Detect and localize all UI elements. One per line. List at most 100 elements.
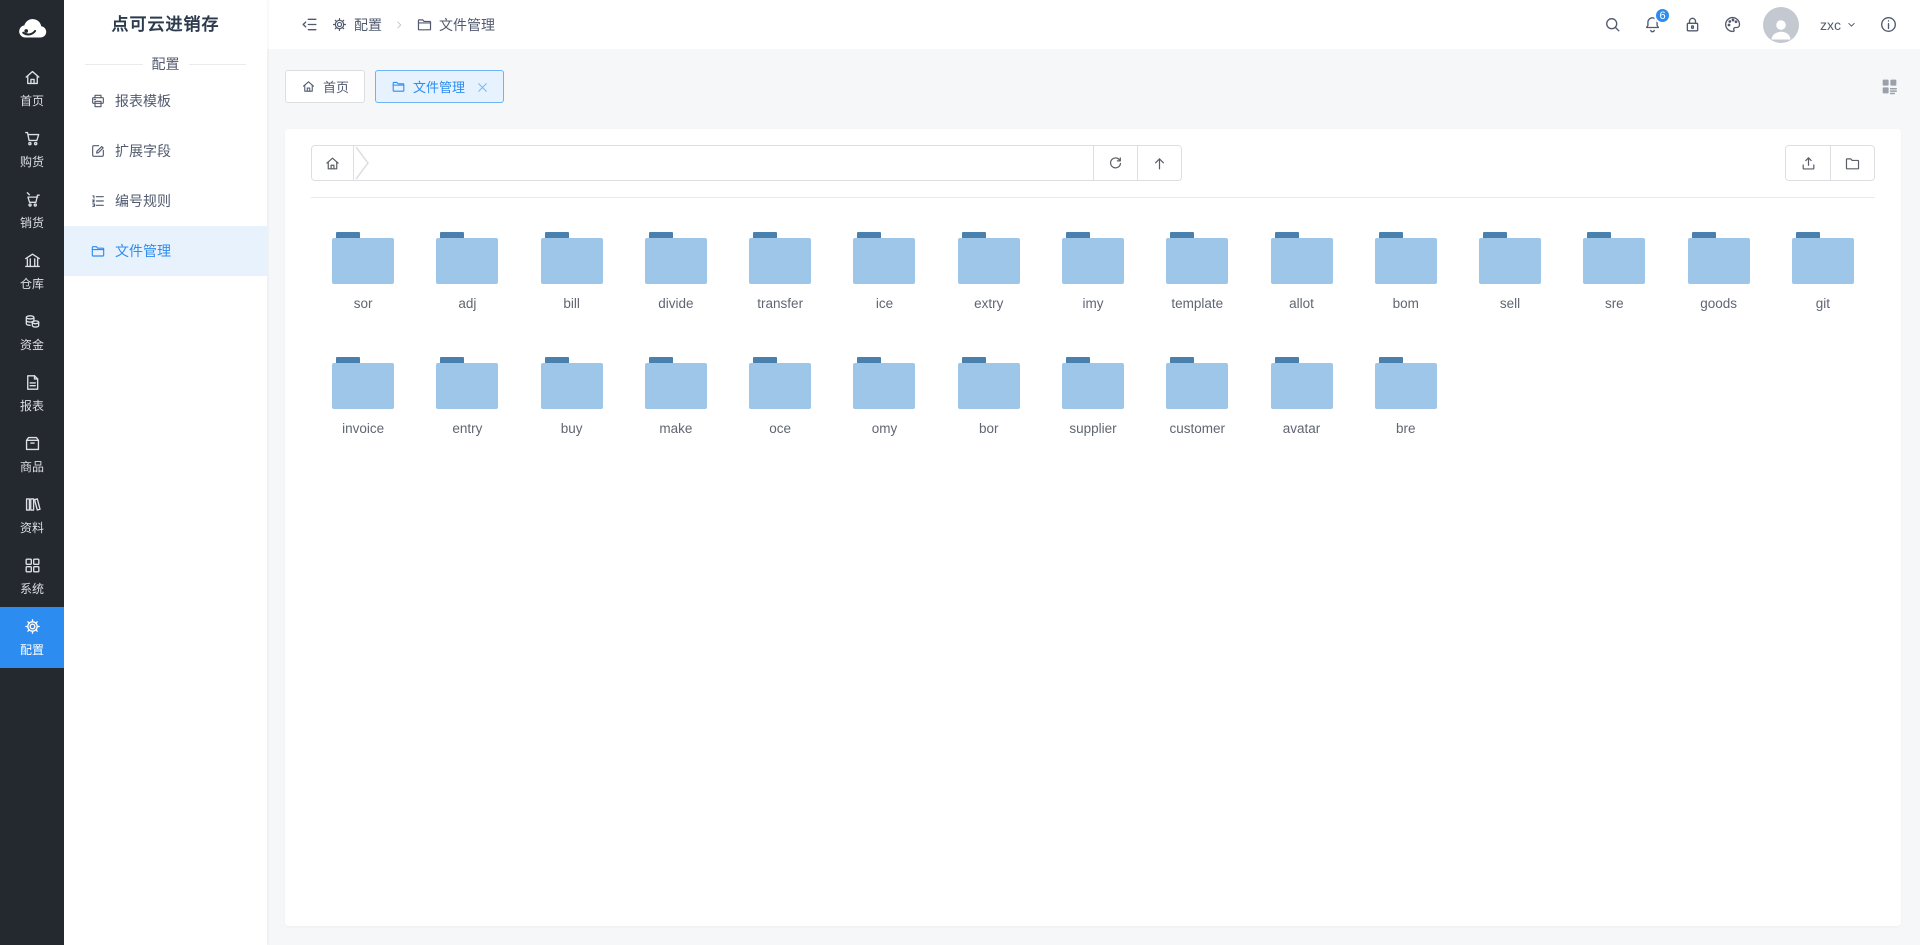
folder-icon — [332, 357, 394, 409]
folder-item[interactable]: extry — [937, 232, 1041, 311]
folder-name: bill — [563, 296, 580, 311]
main-content: 首页 文件管理 — [267, 49, 1920, 945]
folder-item[interactable]: omy — [832, 357, 936, 436]
folder-item[interactable]: invoice — [311, 357, 415, 436]
notifications-button[interactable]: 6 — [1643, 15, 1662, 34]
folder-item[interactable]: avatar — [1249, 357, 1353, 436]
folder-item[interactable]: supplier — [1041, 357, 1145, 436]
tab-bar: 首页 文件管理 — [267, 49, 1920, 103]
folder-item[interactable]: bre — [1354, 357, 1458, 436]
rail-item-label: 资料 — [20, 519, 44, 536]
breadcrumb-item-files[interactable]: 文件管理 — [416, 15, 495, 35]
cart-out-icon — [23, 190, 42, 209]
folder-icon — [1062, 357, 1124, 409]
submenu-item-label: 编号规则 — [115, 191, 171, 211]
info-icon[interactable] — [1879, 15, 1898, 34]
tab-file-management[interactable]: 文件管理 — [375, 70, 504, 103]
folder-icon — [645, 357, 707, 409]
folder-name: customer — [1169, 421, 1225, 436]
folder-item[interactable]: goods — [1666, 232, 1770, 311]
user-menu[interactable]: zxc — [1820, 17, 1858, 33]
folder-item[interactable]: oce — [728, 357, 832, 436]
app-logo[interactable] — [0, 0, 64, 58]
new-folder-button[interactable] — [1830, 146, 1874, 180]
app-title: 点可云进销存 — [64, 0, 267, 49]
folder-item[interactable]: sor — [311, 232, 415, 311]
sidebar-rail-item[interactable]: 资料 — [0, 485, 64, 546]
rail-item-label: 销货 — [20, 214, 44, 231]
folder-name: adj — [458, 296, 476, 311]
breadcrumb-item-config[interactable]: 配置 — [331, 15, 382, 35]
submenu-item[interactable]: 扩展字段 — [64, 126, 267, 176]
folder-name: git — [1816, 296, 1830, 311]
folder-name: ice — [876, 296, 893, 311]
refresh-button[interactable] — [1093, 146, 1137, 180]
sidebar-rail-item[interactable]: 首页 — [0, 58, 64, 119]
arrow-up-icon — [1151, 155, 1168, 172]
menu-fold-icon[interactable] — [300, 15, 319, 34]
chevron-right-icon — [392, 18, 406, 32]
folder-item[interactable]: allot — [1249, 232, 1353, 311]
folder-item[interactable]: make — [624, 357, 728, 436]
sidebar-rail-item[interactable]: 配置 — [0, 607, 64, 668]
folder-item[interactable]: git — [1771, 232, 1875, 311]
folder-icon — [90, 243, 106, 259]
folder-item[interactable]: customer — [1145, 357, 1249, 436]
sidebar-rail-item[interactable]: 系统 — [0, 546, 64, 607]
avatar[interactable] — [1763, 7, 1799, 43]
folder-name: imy — [1082, 296, 1103, 311]
folder-item[interactable]: sell — [1458, 232, 1562, 311]
sidebar-rail-item[interactable]: 报表 — [0, 363, 64, 424]
submenu-item[interactable]: 编号规则 — [64, 176, 267, 226]
rail-item-label: 商品 — [20, 458, 44, 475]
report-icon — [23, 373, 42, 392]
submenu-header: 配置 — [76, 54, 255, 74]
search-icon[interactable] — [1603, 15, 1622, 34]
submenu-item[interactable]: 报表模板 — [64, 76, 267, 126]
secondary-sidebar: 点可云进销存 配置 报表模板 扩展字段 编号规则 文件管理 — [64, 0, 267, 945]
rail-item-label: 系统 — [20, 580, 44, 597]
layout-icon[interactable] — [1879, 76, 1900, 97]
upload-button[interactable] — [1786, 146, 1830, 180]
folder-icon — [1375, 232, 1437, 284]
folder-item[interactable]: bill — [520, 232, 624, 311]
lock-icon[interactable] — [1683, 15, 1702, 34]
folder-name: buy — [561, 421, 583, 436]
folder-name: allot — [1289, 296, 1314, 311]
sidebar-rail-item[interactable]: 资金 — [0, 302, 64, 363]
submenu-item-label: 报表模板 — [115, 91, 171, 111]
folder-icon — [853, 357, 915, 409]
folder-icon — [1792, 232, 1854, 284]
primary-nav: 首页 购货 销货 仓库 资金 报表 — [0, 58, 64, 668]
printer-icon — [90, 93, 106, 109]
folder-item[interactable]: sre — [1562, 232, 1666, 311]
sidebar-rail-item[interactable]: 销货 — [0, 180, 64, 241]
folder-item[interactable]: template — [1145, 232, 1249, 311]
folder-item[interactable]: ice — [832, 232, 936, 311]
folder-item[interactable]: divide — [624, 232, 728, 311]
folder-item[interactable]: transfer — [728, 232, 832, 311]
close-icon[interactable] — [475, 80, 488, 93]
folder-item[interactable]: bor — [937, 357, 1041, 436]
palette-icon[interactable] — [1723, 15, 1742, 34]
folder-icon — [391, 79, 406, 94]
path-home-button[interactable] — [312, 146, 354, 180]
sidebar-rail-item[interactable]: 购货 — [0, 119, 64, 180]
folder-grid: sor adj bill — [285, 198, 1901, 492]
tab-home[interactable]: 首页 — [285, 70, 365, 103]
submenu-item[interactable]: 文件管理 — [64, 226, 267, 276]
folder-item[interactable]: buy — [520, 357, 624, 436]
file-actions — [1785, 145, 1875, 181]
folder-item[interactable]: bom — [1354, 232, 1458, 311]
folder-item[interactable]: adj — [415, 232, 519, 311]
folder-icon — [1166, 357, 1228, 409]
go-up-button[interactable] — [1137, 146, 1181, 180]
sidebar-rail-item[interactable]: 仓库 — [0, 241, 64, 302]
folder-icon — [541, 232, 603, 284]
path-input[interactable] — [354, 146, 1093, 180]
list-ol-icon — [90, 193, 106, 209]
folder-item[interactable]: imy — [1041, 232, 1145, 311]
folder-item[interactable]: entry — [415, 357, 519, 436]
file-manager-panel: sor adj bill — [285, 129, 1901, 926]
sidebar-rail-item[interactable]: 商品 — [0, 424, 64, 485]
